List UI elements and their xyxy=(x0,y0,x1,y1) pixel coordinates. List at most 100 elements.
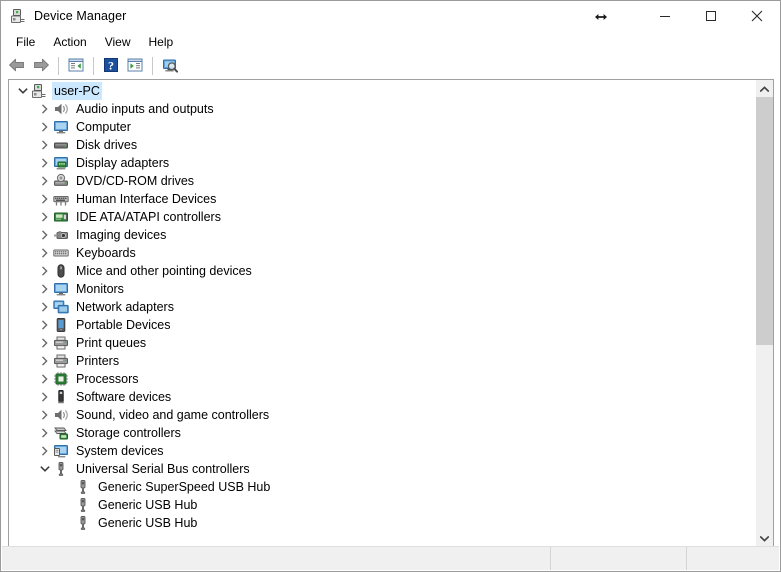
chevron-right-icon[interactable] xyxy=(37,245,53,261)
tree-node-label[interactable]: Universal Serial Bus controllers xyxy=(74,460,252,478)
tree-row[interactable]: Generic SuperSpeed USB Hub xyxy=(9,478,755,496)
forward-button[interactable] xyxy=(29,54,53,78)
tree-row[interactable]: Display adapters xyxy=(9,154,755,172)
tree-node-label[interactable]: Mice and other pointing devices xyxy=(74,262,254,280)
status-bar xyxy=(2,546,779,570)
tree-row[interactable]: Monitors xyxy=(9,280,755,298)
menu-item-help[interactable]: Help xyxy=(140,32,183,53)
chevron-right-icon[interactable] xyxy=(37,425,53,441)
tree-node-label[interactable]: user-PC xyxy=(52,82,102,100)
tree-row[interactable]: DVD/CD-ROM drives xyxy=(9,172,755,190)
show-hide-console-tree-button[interactable] xyxy=(64,54,88,78)
chevron-right-icon[interactable] xyxy=(37,353,53,369)
properties-button[interactable] xyxy=(123,54,147,78)
vertical-scrollbar[interactable] xyxy=(755,80,773,546)
tree-node-label[interactable]: Generic USB Hub xyxy=(96,514,199,532)
tree-row[interactable]: Portable Devices xyxy=(9,316,755,334)
chevron-right-icon[interactable] xyxy=(37,281,53,297)
tree-row[interactable]: Network adapters xyxy=(9,298,755,316)
back-button[interactable] xyxy=(5,54,29,78)
tree-node-label[interactable]: Disk drives xyxy=(74,136,139,154)
chevron-right-icon[interactable] xyxy=(37,173,53,189)
help-button[interactable]: ? xyxy=(99,54,123,78)
tree-row[interactable]: Generic USB Hub xyxy=(9,496,755,514)
usb-icon xyxy=(75,479,91,495)
console-content-area: user-PC Audio inputs and outputs Computer D… xyxy=(8,79,774,546)
chevron-right-icon[interactable] xyxy=(37,191,53,207)
close-button[interactable] xyxy=(734,1,780,31)
chevron-down-icon[interactable] xyxy=(15,83,31,99)
tree-row[interactable]: Universal Serial Bus controllers xyxy=(9,460,755,478)
chevron-right-icon[interactable] xyxy=(37,371,53,387)
menu-item-file[interactable]: File xyxy=(7,32,44,53)
tree-row[interactable]: Printers xyxy=(9,352,755,370)
tree-node-label[interactable]: Keyboards xyxy=(74,244,138,262)
tree-row[interactable]: Software devices xyxy=(9,388,755,406)
device-tree[interactable]: user-PC Audio inputs and outputs Computer D… xyxy=(9,80,755,546)
tree-row[interactable]: Storage controllers xyxy=(9,424,755,442)
tree-row[interactable]: Generic USB Hub xyxy=(9,514,755,532)
tree-node-label[interactable]: DVD/CD-ROM drives xyxy=(74,172,196,190)
chevron-right-icon[interactable] xyxy=(37,389,53,405)
chevron-right-icon[interactable] xyxy=(37,155,53,171)
tree-node-label[interactable]: Monitors xyxy=(74,280,126,298)
usb-icon xyxy=(75,497,91,513)
title-bar: Device Manager xyxy=(1,1,780,31)
tree-node-label[interactable]: Imaging devices xyxy=(74,226,168,244)
scrollbar-thumb[interactable] xyxy=(756,97,773,345)
tree-node-label[interactable]: Portable Devices xyxy=(74,316,173,334)
menu-item-action[interactable]: Action xyxy=(44,32,95,53)
tree-row[interactable]: Print queues xyxy=(9,334,755,352)
chevron-right-icon[interactable] xyxy=(37,119,53,135)
tree-node-label[interactable]: Generic SuperSpeed USB Hub xyxy=(96,478,272,496)
tree-row[interactable]: Processors xyxy=(9,370,755,388)
tree-row[interactable]: Human Interface Devices xyxy=(9,190,755,208)
tree-node-label[interactable]: Network adapters xyxy=(74,298,176,316)
tree-node-label[interactable]: Software devices xyxy=(74,388,173,406)
monitor-icon xyxy=(53,281,69,297)
tree-row[interactable]: System devices xyxy=(9,442,755,460)
chevron-right-icon[interactable] xyxy=(37,209,53,225)
chevron-right-icon[interactable] xyxy=(37,443,53,459)
tree-row[interactable]: Computer xyxy=(9,118,755,136)
speaker-icon xyxy=(53,407,69,423)
tree-row[interactable]: Imaging devices xyxy=(9,226,755,244)
tree-node-label[interactable]: Storage controllers xyxy=(74,424,183,442)
tree-node-label[interactable]: Generic USB Hub xyxy=(96,496,199,514)
chevron-down-icon[interactable] xyxy=(37,461,53,477)
tree-node-label[interactable]: IDE ATA/ATAPI controllers xyxy=(74,208,223,226)
minimize-button[interactable] xyxy=(642,1,688,31)
tree-node-label[interactable]: Display adapters xyxy=(74,154,171,172)
chevron-right-icon[interactable] xyxy=(37,227,53,243)
chevron-right-icon[interactable] xyxy=(37,299,53,315)
tree-row[interactable]: Audio inputs and outputs xyxy=(9,100,755,118)
scan-for-hardware-changes-button[interactable] xyxy=(158,54,182,78)
chevron-right-icon[interactable] xyxy=(37,335,53,351)
menu-item-view[interactable]: View xyxy=(96,32,140,53)
chevron-right-icon[interactable] xyxy=(37,137,53,153)
maximize-button[interactable] xyxy=(688,1,734,31)
scan-hardware-icon xyxy=(161,57,179,76)
tree-row[interactable]: Keyboards xyxy=(9,244,755,262)
tree-node-label[interactable]: Sound, video and game controllers xyxy=(74,406,271,424)
scrollbar-track[interactable] xyxy=(756,97,773,529)
tree-node-label[interactable]: System devices xyxy=(74,442,166,460)
scroll-up-icon xyxy=(759,82,770,96)
chevron-right-icon[interactable] xyxy=(37,263,53,279)
scroll-up-button[interactable] xyxy=(756,80,773,97)
tree-node-label[interactable]: Computer xyxy=(74,118,133,136)
tree-row[interactable]: user-PC xyxy=(9,82,755,100)
tree-row[interactable]: Mice and other pointing devices xyxy=(9,262,755,280)
tree-node-label[interactable]: Audio inputs and outputs xyxy=(74,100,216,118)
tree-row[interactable]: Disk drives xyxy=(9,136,755,154)
chevron-right-icon[interactable] xyxy=(37,101,53,117)
tree-node-label[interactable]: Printers xyxy=(74,352,121,370)
chevron-right-icon[interactable] xyxy=(37,407,53,423)
scroll-down-button[interactable] xyxy=(756,529,773,546)
tree-row[interactable]: IDE ATA/ATAPI controllers xyxy=(9,208,755,226)
tree-node-label[interactable]: Print queues xyxy=(74,334,148,352)
tree-node-label[interactable]: Human Interface Devices xyxy=(74,190,218,208)
tree-row[interactable]: Sound, video and game controllers xyxy=(9,406,755,424)
chevron-right-icon[interactable] xyxy=(37,317,53,333)
tree-node-label[interactable]: Processors xyxy=(74,370,141,388)
